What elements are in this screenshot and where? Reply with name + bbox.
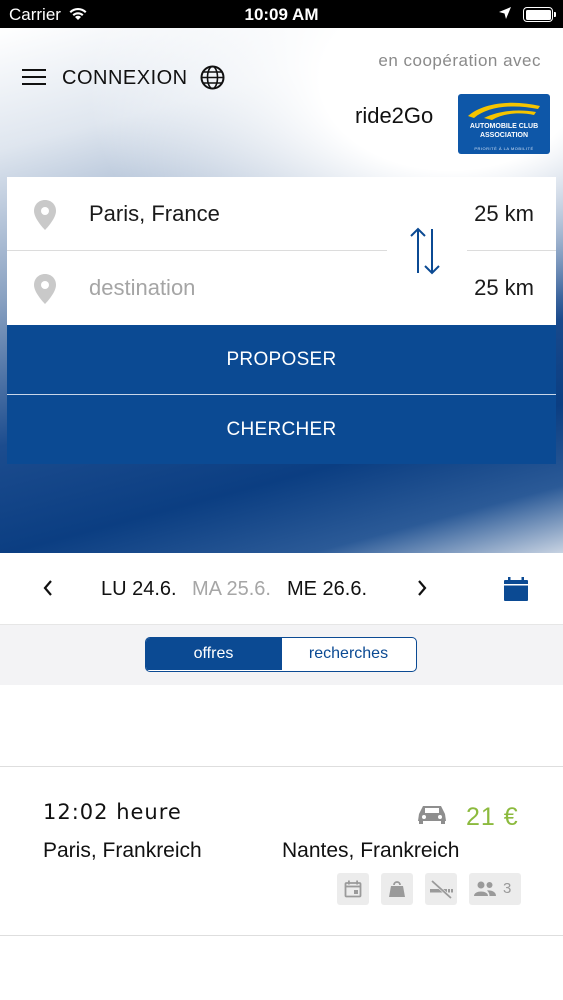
location-pin-icon bbox=[33, 199, 57, 236]
bag-icon bbox=[389, 881, 405, 897]
login-button[interactable]: CONNEXION bbox=[62, 67, 188, 90]
origin-field[interactable]: Paris, France bbox=[89, 201, 369, 227]
origin-radius[interactable]: 25 km bbox=[474, 201, 534, 227]
people-icon bbox=[474, 881, 496, 896]
no-smoking-icon bbox=[430, 879, 453, 899]
clock: 10:09 AM bbox=[244, 5, 319, 24]
menu-icon[interactable] bbox=[22, 69, 46, 85]
route-search-card: Paris, France 25 km 25 km bbox=[7, 177, 556, 325]
logo-line1: AUTOMOBILE CLUB bbox=[469, 123, 539, 130]
ride-destination: Nantes, Frankreich bbox=[282, 839, 460, 862]
schedule-badge bbox=[337, 873, 369, 905]
battery-icon bbox=[523, 7, 556, 22]
destination-input[interactable] bbox=[89, 275, 369, 301]
ride-time: 12:02 heure bbox=[43, 800, 182, 824]
logo-tagline: PRIORITÉ À LA MOBILITÉ bbox=[474, 146, 534, 151]
calendar-icon[interactable] bbox=[503, 576, 529, 607]
car-icon bbox=[416, 803, 448, 830]
partner-name: ride2Go bbox=[355, 103, 434, 128]
location-arrow-icon bbox=[498, 6, 512, 25]
search-button[interactable]: CHERCHER bbox=[7, 395, 556, 464]
destination-row[interactable]: 25 km bbox=[7, 251, 556, 325]
logo-line2: ASSOCIATION bbox=[479, 132, 529, 139]
tab-requests[interactable]: recherches bbox=[281, 638, 415, 670]
globe-icon[interactable] bbox=[200, 65, 225, 95]
calendar-icon bbox=[344, 880, 362, 898]
status-bar: Carrier 10:09 AM bbox=[0, 0, 563, 28]
date-next[interactable]: ME 26.6. bbox=[287, 578, 367, 601]
date-current[interactable]: MA 25.6. bbox=[192, 578, 271, 601]
luggage-badge bbox=[381, 873, 413, 905]
acl-logo: AUTOMOBILE CLUB ASSOCIATION PRIORITÉ À L… bbox=[458, 94, 550, 154]
date-previous[interactable]: LU 24.6. bbox=[101, 578, 177, 601]
list-item[interactable]: 12:02 heure 21 € Paris, Frankreich Nante… bbox=[0, 767, 563, 935]
ride-origin: Paris, Frankreich bbox=[43, 839, 202, 862]
segmented-control: offres recherches bbox=[145, 637, 417, 672]
ride-price: 21 € bbox=[466, 803, 519, 831]
location-pin-icon bbox=[33, 273, 57, 310]
seats-count: 3 bbox=[503, 880, 512, 897]
swap-arrows-icon[interactable] bbox=[409, 225, 441, 282]
cooperation-text: en coopération avec bbox=[378, 51, 541, 70]
divider bbox=[0, 935, 563, 936]
destination-radius[interactable]: 25 km bbox=[474, 275, 534, 301]
chevron-right-icon[interactable] bbox=[416, 579, 428, 602]
tab-bar: offres recherches bbox=[0, 625, 563, 685]
origin-row[interactable]: Paris, France 25 km bbox=[7, 177, 556, 251]
tab-offers[interactable]: offres bbox=[146, 638, 281, 670]
chevron-left-icon[interactable] bbox=[42, 579, 54, 602]
date-bar: LU 24.6. MA 25.6. ME 26.6. bbox=[0, 553, 563, 625]
seats-badge: 3 bbox=[469, 873, 521, 905]
smoking-badge bbox=[425, 873, 457, 905]
propose-button[interactable]: PROPOSER bbox=[7, 325, 556, 394]
